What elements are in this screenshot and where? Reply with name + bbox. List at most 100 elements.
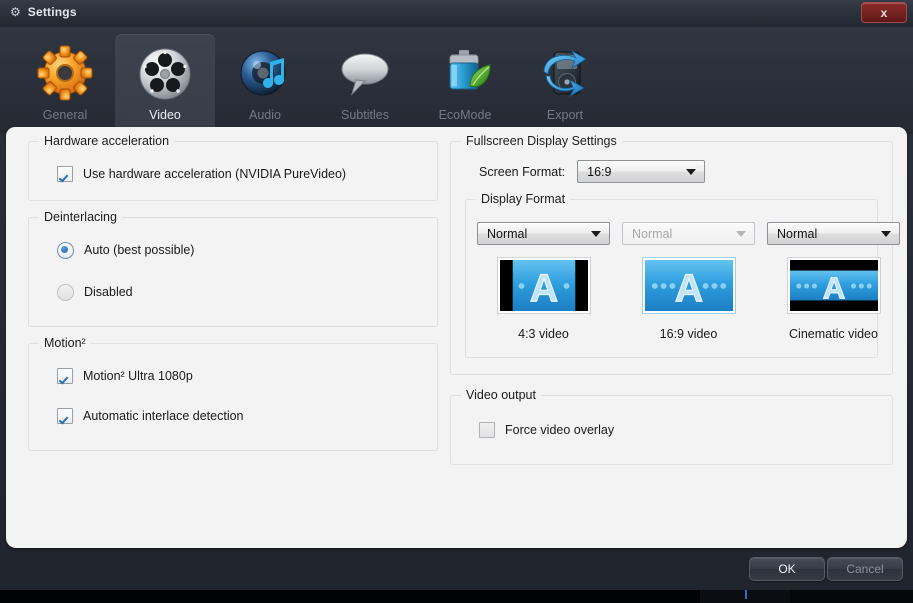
fullscreen-display-body: Screen Format: 16:9 Display Format	[451, 142, 892, 374]
display-format-select-cinematic[interactable]: Normal	[767, 222, 900, 245]
deinterlacing-title: Deinterlacing	[39, 210, 122, 224]
display-format-value-cinematic: Normal	[768, 227, 817, 241]
gear-icon	[34, 42, 96, 104]
deinterlacing-group: Deinterlacing Auto (best possible) Disab…	[28, 217, 438, 327]
left-column: Hardware acceleration Use hardware accel…	[28, 141, 438, 467]
tab-ecomode-label: EcoMode	[439, 108, 492, 122]
tab-subtitles[interactable]: Subtitles	[315, 34, 415, 134]
ok-button-label: OK	[778, 562, 795, 576]
tab-strip: General	[0, 27, 913, 134]
tab-audio[interactable]: Audio	[215, 34, 315, 134]
use-hardware-acceleration-label: Use hardware acceleration (NVIDIA PureVi…	[83, 167, 346, 181]
speaker-note-icon	[234, 42, 296, 104]
video-output-body: Force video overlay	[451, 396, 892, 464]
display-format-title: Display Format	[476, 192, 570, 206]
tab-video[interactable]: Video	[115, 34, 215, 134]
deinterlacing-option-auto[interactable]: Auto (best possible)	[57, 238, 437, 262]
thumbnail-cinematic: A	[787, 257, 881, 314]
screen-format-label: Screen Format:	[479, 165, 565, 179]
tab-export-label: Export	[547, 108, 583, 122]
force-video-overlay-checkbox[interactable]	[479, 422, 495, 438]
screen-format-value: 16:9	[578, 165, 611, 179]
chevron-down-icon	[736, 231, 746, 237]
display-format-body: Normal	[466, 200, 877, 357]
settings-dialog: ⚙ Settings x	[0, 0, 913, 590]
desktop-taskbar-left	[0, 588, 700, 603]
thumbnail-16-9-caption: 16:9 video	[660, 327, 718, 341]
auto-interlace-checkbox[interactable]	[57, 408, 73, 424]
display-format-select-16-9: Normal	[622, 222, 755, 245]
hardware-acceleration-group: Hardware acceleration Use hardware accel…	[28, 141, 438, 201]
tab-audio-label: Audio	[249, 108, 281, 122]
motion-ultra-checkbox[interactable]	[57, 368, 73, 384]
display-format-cell-cinematic: Normal	[768, 222, 899, 341]
display-format-group: Display Format Normal	[465, 199, 878, 358]
svg-text:A: A	[674, 268, 702, 311]
deinterlacing-auto-label: Auto (best possible)	[84, 243, 194, 257]
thumbnail-4-3: A	[497, 257, 591, 314]
tab-video-label: Video	[149, 108, 181, 122]
tab-general-label: General	[43, 108, 87, 122]
display-format-value-4-3: Normal	[478, 227, 527, 241]
tab-ecomode[interactable]: EcoMode	[415, 34, 515, 134]
deinterlacing-disabled-label: Disabled	[84, 285, 133, 299]
deinterlacing-disabled-radio[interactable]	[57, 284, 74, 301]
deinterlacing-body: Auto (best possible) Disabled	[29, 218, 437, 326]
screen-format-row: Screen Format: 16:9	[479, 160, 892, 183]
svg-text:A: A	[529, 268, 557, 311]
speech-bubble-icon	[334, 42, 396, 104]
battery-leaf-icon	[434, 42, 496, 104]
chevron-down-icon	[591, 231, 601, 237]
thumbnail-4-3-inner: A	[500, 260, 588, 311]
display-format-select-4-3[interactable]: Normal	[477, 222, 610, 245]
cancel-button[interactable]: Cancel	[827, 557, 903, 581]
video-output-title: Video output	[461, 388, 541, 402]
motion-ultra-row[interactable]: Motion² Ultra 1080p	[57, 364, 437, 388]
fullscreen-display-title: Fullscreen Display Settings	[461, 134, 622, 148]
motion-body: Motion² Ultra 1080p Automatic interlace …	[29, 344, 437, 450]
deinterlacing-auto-radio[interactable]	[57, 242, 74, 259]
thumbnail-16-9: A	[642, 257, 736, 314]
close-icon: x	[881, 7, 888, 19]
tab-export[interactable]: Export	[515, 34, 615, 134]
chevron-down-icon	[686, 169, 696, 175]
auto-interlace-row[interactable]: Automatic interlace detection	[57, 404, 437, 428]
device-arrow-icon	[534, 42, 596, 104]
auto-interlace-label: Automatic interlace detection	[83, 409, 244, 423]
deinterlacing-option-disabled[interactable]: Disabled	[57, 280, 437, 304]
motion-ultra-label: Motion² Ultra 1080p	[83, 369, 193, 383]
title-bar: ⚙ Settings x	[0, 0, 913, 28]
display-format-cell-4-3: Normal	[478, 222, 609, 341]
hardware-acceleration-row[interactable]: Use hardware acceleration (NVIDIA PureVi…	[57, 162, 437, 186]
screen-format-select[interactable]: 16:9	[577, 160, 705, 183]
tab-general[interactable]: General	[15, 34, 115, 134]
thumbnail-4-3-caption: 4:3 video	[518, 327, 569, 341]
thumbnail-16-9-inner: A	[645, 260, 733, 311]
display-format-value-16-9: Normal	[623, 227, 672, 241]
film-reel-icon	[134, 42, 196, 104]
right-column: Fullscreen Display Settings Screen Forma…	[450, 141, 893, 481]
title-bar-left: ⚙ Settings	[10, 5, 77, 19]
chevron-down-icon	[881, 231, 891, 237]
thumbnail-cinematic-caption: Cinematic video	[789, 327, 878, 341]
tab-subtitles-label: Subtitles	[341, 108, 389, 122]
gear-icon: ⚙	[10, 6, 21, 18]
hardware-acceleration-body: Use hardware acceleration (NVIDIA PureVi…	[29, 142, 437, 200]
display-format-cells: Normal	[478, 222, 877, 341]
video-output-group: Video output Force video overlay	[450, 395, 893, 465]
dialog-button-bar: OK Cancel	[0, 548, 913, 590]
screen: ⚙ Settings x	[0, 0, 913, 603]
ok-button[interactable]: OK	[749, 557, 825, 581]
force-video-overlay-row[interactable]: Force video overlay	[479, 418, 892, 442]
motion-title: Motion²	[39, 336, 91, 350]
force-video-overlay-label: Force video overlay	[505, 423, 614, 437]
window-title: Settings	[28, 5, 77, 19]
close-button[interactable]: x	[861, 2, 907, 23]
thumbnail-cinematic-inner: A	[790, 260, 878, 311]
use-hardware-acceleration-checkbox[interactable]	[57, 166, 73, 182]
desktop-taskbar-right	[790, 588, 913, 603]
fullscreen-display-group: Fullscreen Display Settings Screen Forma…	[450, 141, 893, 375]
hardware-acceleration-title: Hardware acceleration	[39, 134, 174, 148]
settings-content-panel: Hardware acceleration Use hardware accel…	[6, 127, 907, 548]
motion-group: Motion² Motion² Ultra 1080p Automatic in…	[28, 343, 438, 451]
